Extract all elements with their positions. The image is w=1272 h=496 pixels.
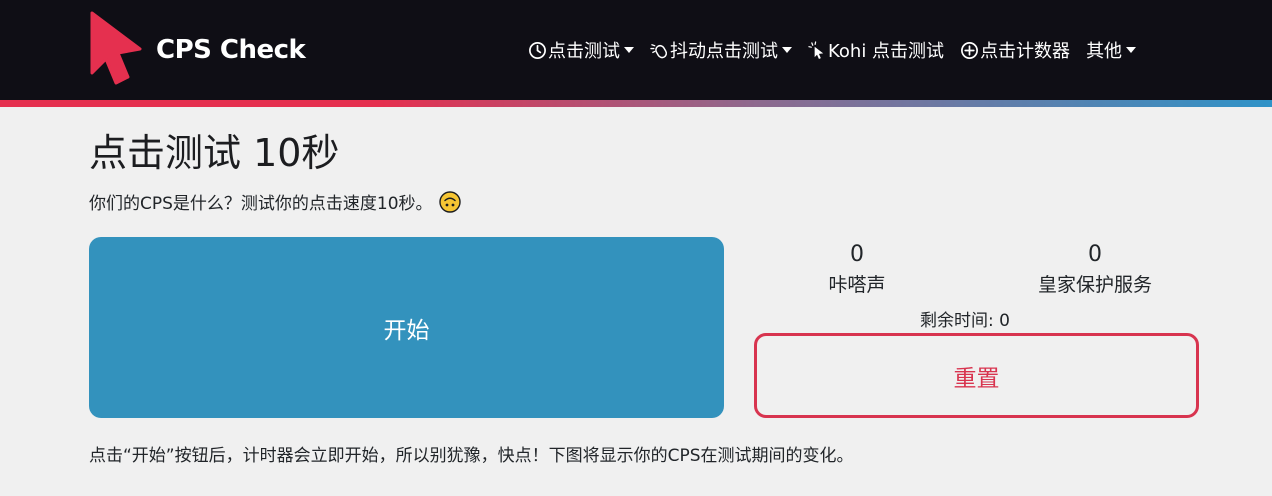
- subtitle-text: 你们的CPS是什么？测试你的点击速度10秒。: [89, 194, 433, 214]
- clicks-stat: 0 咔嗒声: [797, 240, 917, 300]
- cursor-logo-icon: [90, 11, 142, 85]
- chevron-down-icon: [1126, 47, 1137, 53]
- page-title: 点击测试 10秒: [89, 131, 340, 175]
- cursor-click-icon: [808, 40, 827, 60]
- nav-item-label: 抖动点击测试: [670, 41, 778, 62]
- cps-stat: 0 皇家保护服务: [1015, 240, 1175, 300]
- nav-item-other[interactable]: 其他: [1086, 37, 1137, 63]
- upside-down-face-icon: [438, 190, 461, 213]
- chevron-down-icon: [624, 47, 634, 53]
- brand-link[interactable]: CPS Check: [88, 10, 306, 90]
- nav-item-click-counter[interactable]: 点击计数器: [960, 37, 1070, 63]
- time-remaining: 剩余时间: 0: [920, 311, 1010, 331]
- clock-icon: [528, 41, 547, 60]
- plus-circle-icon: [960, 41, 979, 60]
- clicks-value: 0: [850, 242, 864, 267]
- chevron-down-icon: [782, 47, 792, 53]
- nav-item-kohi-test[interactable]: Kohi 点击测试: [808, 37, 944, 63]
- nav-item-label: 点击测试: [548, 41, 620, 62]
- page-subtitle: 你们的CPS是什么？测试你的点击速度10秒。: [89, 189, 461, 214]
- instructions-text: 点击“开始”按钮后，计时器会立即开始，所以别犹豫，快点！下图将显示你的CPS在测…: [89, 446, 854, 466]
- start-button[interactable]: 开始: [89, 237, 724, 418]
- nav-item-jitter-test[interactable]: 抖动点击测试: [650, 37, 792, 63]
- reset-button[interactable]: 重置: [754, 333, 1199, 418]
- nav-item-label: Kohi 点击测试: [828, 41, 945, 62]
- nav-item-click-test[interactable]: 点击测试: [528, 37, 634, 63]
- jitter-mouse-icon: [650, 41, 669, 60]
- brand-name: CPS Check: [156, 35, 306, 65]
- nav-menu: 点击测试 抖动点击测试 Kohi 点击测试 点击计数器 其他: [528, 36, 1137, 64]
- nav-gradient-stripe: [0, 100, 1272, 107]
- nav-item-label: 其他: [1086, 41, 1123, 62]
- cps-value: 0: [1088, 242, 1102, 267]
- cps-label: 皇家保护服务: [1037, 274, 1152, 296]
- nav-item-label: 点击计数器: [980, 41, 1071, 62]
- clicks-label: 咔嗒声: [828, 274, 886, 296]
- navbar: CPS Check 点击测试 抖动点击测试 Kohi 点击测试 点击计数器 其他: [0, 0, 1272, 100]
